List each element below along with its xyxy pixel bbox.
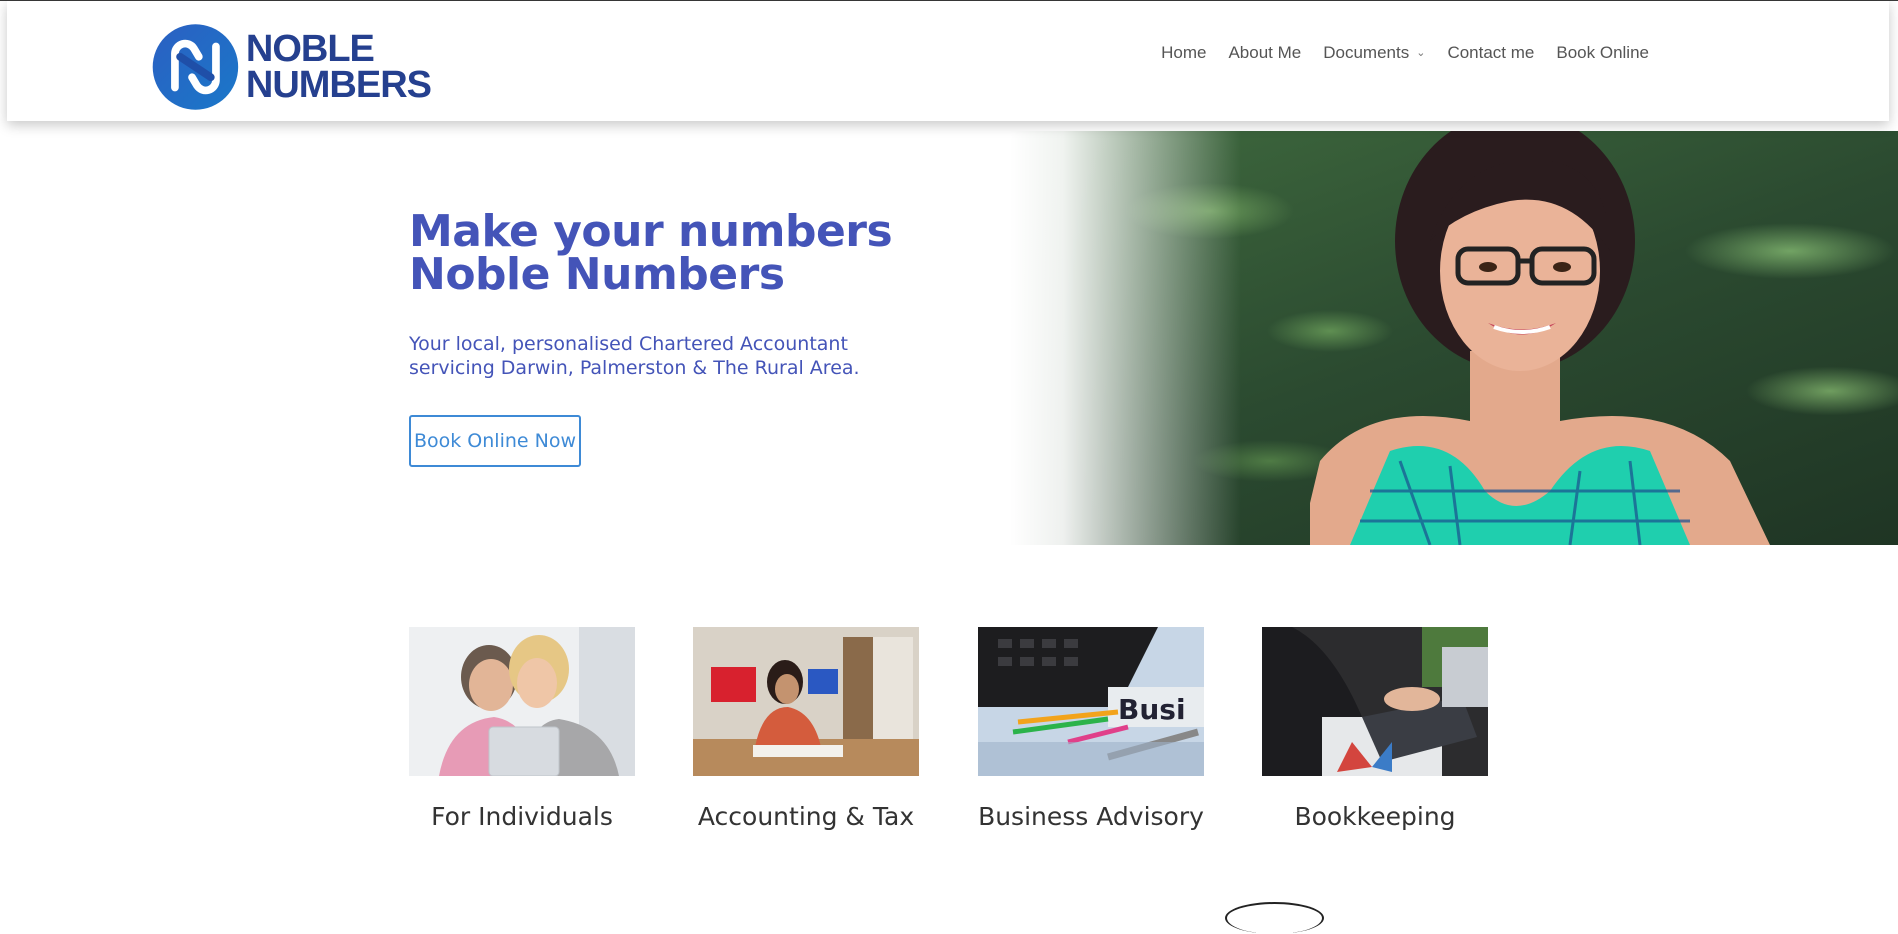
site-header: NOBLE NUMBERS Home About Me Documents ⌄ … [7,1,1889,121]
service-card-accounting-tax[interactable]: Accounting & Tax [693,627,919,831]
chevron-down-icon: ⌄ [1416,46,1426,59]
service-image-accounting-tax[interactable] [693,627,919,776]
partial-circle-graphic [1225,902,1324,934]
hero-subtitle-line1: Your local, personalised Chartered Accou… [409,333,848,355]
hero-title-line2: Noble Numbers [409,249,785,300]
service-card-business-advisory[interactable]: Busi Business Advisory [978,627,1204,831]
service-label-bookkeeping[interactable]: Bookkeeping [1262,802,1488,831]
service-image-business-advisory[interactable]: Busi [978,627,1204,776]
hero-title: Make your numbers Noble Numbers [409,210,929,297]
nav-documents[interactable]: Documents ⌄ [1323,43,1425,63]
hero-photo [1010,131,1898,545]
svg-text:Busi: Busi [1118,693,1186,726]
service-card-bookkeeping[interactable]: Bookkeeping [1262,627,1488,831]
site-logo[interactable]: NOBLE NUMBERS [151,15,432,119]
service-image-bookkeeping[interactable] [1262,627,1488,776]
service-card-individuals[interactable]: For Individuals [409,627,635,831]
service-label-accounting-tax[interactable]: Accounting & Tax [693,802,919,831]
nav-contact-me[interactable]: Contact me [1447,43,1534,63]
main-nav: Home About Me Documents ⌄ Contact me Boo… [1139,43,1649,63]
logo-word-noble: NOBLE [245,28,375,70]
hero-subtitle-line2: servicing Darwin, Palmerston & The Rural… [409,357,860,379]
service-label-individuals[interactable]: For Individuals [409,802,635,831]
logo-word-numbers: NUMBERS [245,64,432,106]
service-label-business-advisory[interactable]: Business Advisory [978,802,1204,831]
noble-numbers-logo-icon [152,24,239,110]
nav-documents-label: Documents [1323,43,1410,62]
service-image-individuals[interactable] [409,627,635,776]
hero-subtitle: Your local, personalised Chartered Accou… [409,332,929,380]
nav-about-me[interactable]: About Me [1228,43,1301,63]
nav-book-online[interactable]: Book Online [1556,43,1649,63]
hero-text-block: Make your numbers Noble Numbers Your loc… [409,210,929,380]
book-online-now-button[interactable]: Book Online Now [409,415,581,467]
nav-home[interactable]: Home [1161,43,1206,63]
